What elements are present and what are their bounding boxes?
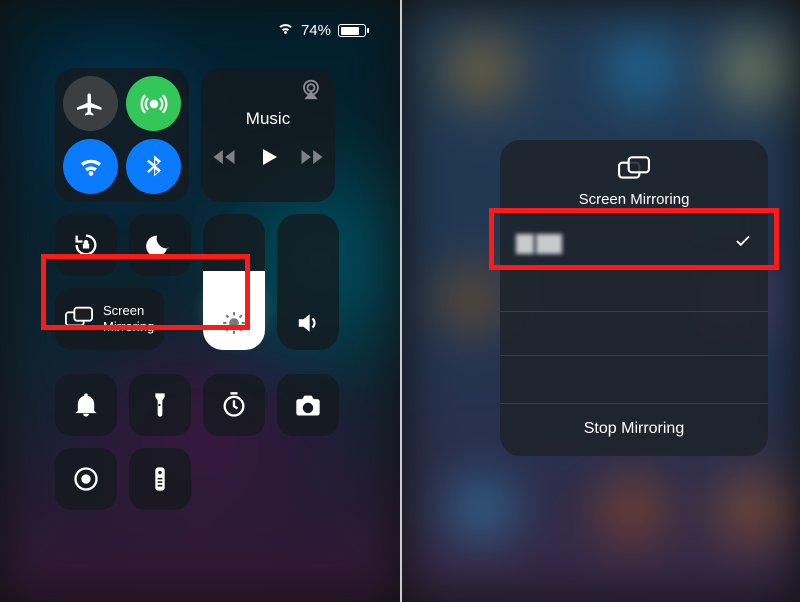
- airplane-mode-button[interactable]: [63, 76, 118, 131]
- screen-mirroring-sheet-screenshot: Screen Mirroring Stop Mirroring: [402, 0, 800, 602]
- mirror-label-line2: Mirroring: [103, 319, 154, 335]
- screen-mirroring-sheet: Screen Mirroring Stop Mirroring: [500, 140, 768, 456]
- wifi-button[interactable]: [63, 139, 118, 194]
- bell-button[interactable]: [55, 374, 117, 436]
- device-row[interactable]: [500, 312, 768, 356]
- cellular-data-button[interactable]: [126, 76, 181, 131]
- device-row[interactable]: [500, 356, 768, 400]
- screen-mirroring-icon: [65, 303, 93, 336]
- flashlight-button[interactable]: [129, 374, 191, 436]
- brightness-icon: [221, 310, 247, 336]
- connectivity-tile[interactable]: [55, 68, 189, 202]
- battery-icon: [338, 24, 366, 37]
- airplay-icon: [297, 76, 325, 109]
- music-tile[interactable]: Music: [201, 68, 335, 202]
- play-button[interactable]: [256, 145, 280, 174]
- camera-button[interactable]: [277, 374, 339, 436]
- bluetooth-button[interactable]: [126, 139, 181, 194]
- wifi-icon: [277, 20, 294, 41]
- screen-mirroring-icon: [618, 156, 650, 185]
- brightness-slider[interactable]: [203, 214, 265, 350]
- screen-mirroring-button[interactable]: Screen Mirroring: [55, 288, 164, 350]
- device-list: [500, 220, 768, 400]
- device-row[interactable]: [500, 268, 768, 312]
- control-center-screenshot: 74%: [0, 0, 402, 602]
- apple-tv-remote-button[interactable]: [129, 448, 191, 510]
- do-not-disturb-button[interactable]: [129, 214, 191, 276]
- stop-mirroring-button[interactable]: Stop Mirroring: [500, 403, 768, 456]
- timer-button[interactable]: [203, 374, 265, 436]
- battery-percentage: 74%: [301, 22, 331, 39]
- previous-track-button[interactable]: [210, 143, 238, 176]
- volume-slider[interactable]: [277, 214, 339, 350]
- status-bar: 74%: [277, 20, 366, 41]
- next-track-button[interactable]: [298, 143, 326, 176]
- checkmark-icon: [734, 232, 752, 255]
- volume-icon: [295, 310, 321, 336]
- mirror-label-line1: Screen: [103, 303, 154, 319]
- screen-record-button[interactable]: [55, 448, 117, 510]
- device-name-redacted: [516, 234, 562, 254]
- music-title: Music: [246, 109, 290, 129]
- rotation-lock-button[interactable]: [55, 214, 117, 276]
- device-row-selected[interactable]: [500, 220, 768, 268]
- control-center-grid: Music: [55, 68, 335, 510]
- sheet-title: Screen Mirroring: [579, 191, 690, 208]
